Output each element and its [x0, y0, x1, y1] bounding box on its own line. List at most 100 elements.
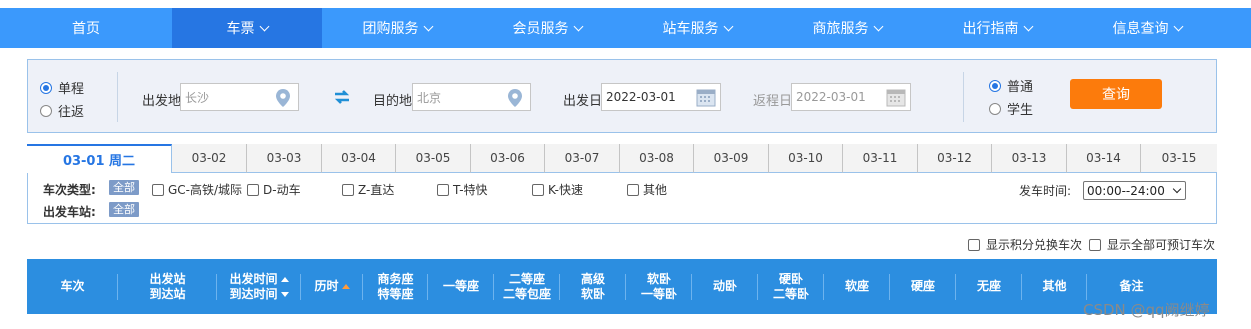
chevron-down-icon — [259, 21, 269, 31]
filter-label: Z-直达 — [358, 183, 395, 197]
student-ticket-radio[interactable]: 学生 — [989, 99, 1033, 118]
col-label: 车次 — [60, 279, 85, 293]
chevron-down-icon — [1173, 21, 1183, 31]
col-hard-sleeper: 硬卧 二等卧 — [758, 259, 824, 314]
date-tab[interactable]: 03-05 — [396, 144, 471, 173]
filter-k[interactable]: K-快速 — [532, 181, 583, 198]
train-type-all-tag[interactable]: 全部 — [109, 180, 139, 195]
nav-item-label: 车票 — [226, 21, 255, 37]
date-tab[interactable]: 03-07 — [545, 144, 620, 173]
sort-desc-icon[interactable] — [280, 291, 289, 297]
col-label: 出发站 — [149, 271, 186, 286]
return-date-label: 返程日 — [753, 94, 793, 109]
from-input[interactable]: 长沙 — [180, 83, 299, 111]
date-tab[interactable]: 03-02 — [172, 144, 247, 173]
col-soft-seat: 软座 — [824, 259, 890, 314]
col-times[interactable]: 出发时间 到达时间 — [217, 259, 301, 314]
to-label: 目的地 — [373, 94, 413, 109]
depart-date-value: 2022-03-01 — [606, 90, 676, 104]
date-tab[interactable]: 03-11 — [843, 144, 918, 173]
sort-asc-icon[interactable] — [341, 284, 350, 289]
nav-item-station[interactable]: 站车服务 — [622, 8, 772, 48]
filter-t[interactable]: T-特快 — [437, 181, 488, 198]
location-pin-icon[interactable] — [276, 89, 290, 107]
date-tab[interactable]: 03-14 — [1067, 144, 1141, 173]
filter-label: GC-高铁/城际 — [168, 183, 243, 197]
chevron-down-icon — [573, 21, 583, 31]
filter-z[interactable]: Z-直达 — [342, 181, 394, 198]
chevron-down-icon — [1023, 21, 1033, 31]
date-tab[interactable]: 03-03 — [247, 144, 322, 173]
checkbox-icon — [627, 183, 639, 196]
sort-asc-icon[interactable] — [280, 276, 289, 282]
filter-label: T-特快 — [453, 183, 488, 197]
checkbox-icon — [968, 238, 980, 251]
divider — [117, 72, 118, 122]
col-label: 到达时间 — [229, 286, 278, 301]
one-way-radio[interactable]: 单程 — [40, 78, 84, 97]
nav-item-info[interactable]: 信息查询 — [1072, 8, 1222, 48]
calendar-icon[interactable] — [886, 88, 906, 107]
col-duration[interactable]: 历时 — [301, 259, 363, 314]
date-tab[interactable]: 03-08 — [620, 144, 694, 173]
col-label: 软座 — [844, 279, 869, 293]
col-second-class: 二等座 二等包座 — [494, 259, 560, 314]
search-panel: 单程 往返 出发地 长沙 目的地 北京 出发日 2022-03-01 返程日 2… — [27, 59, 1217, 133]
col-label: 一等卧 — [640, 286, 677, 301]
nav-item-member[interactable]: 会员服务 — [472, 8, 622, 48]
col-label: 其他 — [1042, 279, 1067, 293]
col-label: 商务座 — [377, 271, 414, 286]
radio-unchecked-icon — [40, 104, 52, 117]
round-trip-label: 往返 — [58, 105, 85, 120]
round-trip-radio[interactable]: 往返 — [40, 101, 84, 120]
col-label: 历时 — [314, 279, 339, 293]
filter-gc[interactable]: GC-高铁/城际 — [152, 181, 242, 198]
date-tab[interactable]: 03-06 — [471, 144, 545, 173]
filter-label: D-动车 — [263, 183, 301, 197]
date-tab[interactable]: 03-10 — [769, 144, 843, 173]
nav-item-business[interactable]: 商旅服务 — [772, 8, 922, 48]
nav-item-group[interactable]: 团购服务 — [322, 8, 472, 48]
query-button[interactable]: 查询 — [1070, 79, 1162, 109]
filter-other[interactable]: 其他 — [627, 181, 667, 198]
depart-date-input[interactable]: 2022-03-01 — [601, 83, 721, 111]
col-hard-seat: 硬座 — [890, 259, 956, 314]
date-tab[interactable]: 03-15 — [1141, 144, 1217, 173]
nav-item-label: 商旅服务 — [812, 21, 869, 37]
depart-time-select[interactable]: 00:00--24:00 — [1083, 181, 1186, 200]
swap-icon[interactable] — [332, 88, 352, 106]
chevron-down-icon — [873, 21, 883, 31]
col-no-seat: 无座 — [956, 259, 1022, 314]
nav-item-tickets[interactable]: 车票 — [172, 8, 322, 48]
location-pin-icon[interactable] — [508, 89, 522, 107]
nav-item-home[interactable]: 首页 — [0, 8, 172, 48]
filter-label: 其他 — [643, 183, 668, 197]
to-placeholder: 北京 — [417, 90, 442, 105]
date-tab[interactable]: 03-12 — [918, 144, 992, 173]
col-label: 二等包座 — [502, 286, 551, 301]
return-date-value: 2022-03-01 — [796, 90, 866, 104]
top-nav: 首页 车票 团购服务 会员服务 站车服务 商旅服务 出行指南 信息查询 — [0, 8, 1251, 48]
date-tab[interactable]: 03-04 — [322, 144, 396, 173]
return-date-input[interactable]: 2022-03-01 — [791, 83, 911, 111]
col-label: 备注 — [1119, 279, 1144, 293]
col-label: 二等卧 — [772, 286, 809, 301]
points-exchange-option[interactable]: 显示积分兑换车次 — [968, 236, 1082, 253]
date-tab[interactable]: 03-09 — [694, 144, 769, 173]
checkbox-icon — [437, 183, 449, 196]
normal-ticket-radio[interactable]: 普通 — [989, 76, 1033, 95]
col-label: 软卧 — [580, 286, 605, 301]
calendar-icon[interactable] — [696, 88, 716, 107]
checkbox-icon — [1089, 238, 1101, 251]
date-tab[interactable]: 03-13 — [992, 144, 1067, 173]
filter-d[interactable]: D-动车 — [247, 181, 301, 198]
col-label: 硬座 — [910, 279, 935, 293]
depart-station-all-tag[interactable]: 全部 — [109, 202, 139, 217]
to-input[interactable]: 北京 — [412, 83, 531, 111]
checkbox-icon — [152, 183, 164, 196]
nav-item-guide[interactable]: 出行指南 — [922, 8, 1072, 48]
date-tab[interactable]: 03-01 周二 — [27, 144, 172, 173]
all-bookable-option[interactable]: 显示全部可预订车次 — [1089, 236, 1215, 253]
col-soft-sleeper: 软卧 一等卧 — [626, 259, 692, 314]
col-moving-sleeper: 动卧 — [692, 259, 758, 314]
